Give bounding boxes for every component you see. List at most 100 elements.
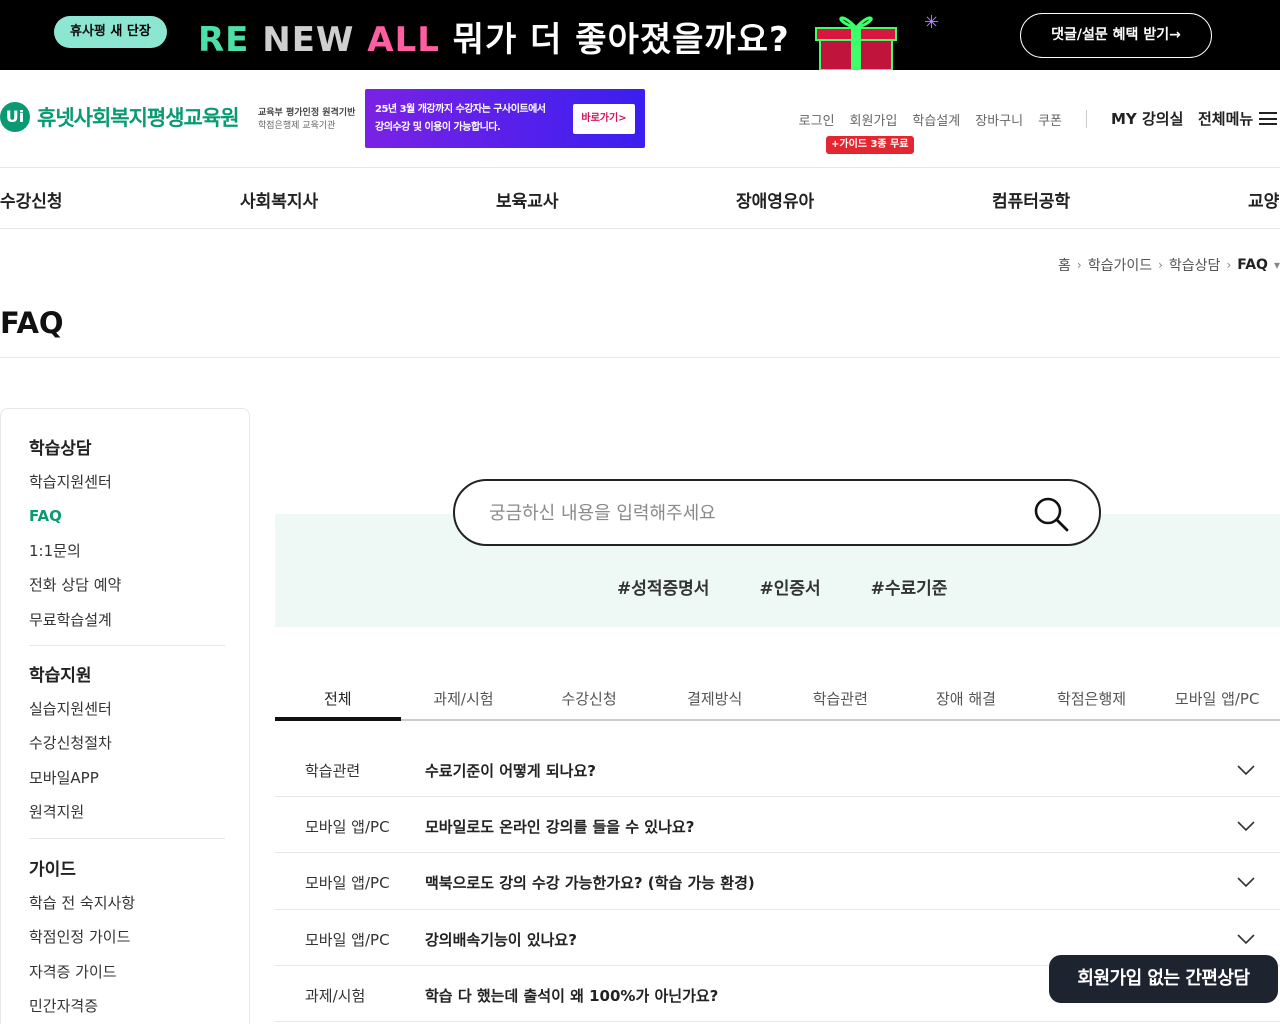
title-divider — [0, 357, 1280, 358]
faq-category: 과제/시험 — [305, 986, 366, 1005]
side-divider — [29, 838, 225, 839]
sidebar-item-before-study[interactable]: 학습 전 숙지사항 — [29, 892, 225, 926]
breadcrumb-current[interactable]: FAQ — [1237, 257, 1268, 273]
nav-item-social-worker[interactable]: 사회복지사 — [240, 187, 318, 212]
chevron-down-icon[interactable] — [1236, 932, 1256, 946]
logo-sub-line2: 학점은행제 교육기관 — [258, 121, 336, 131]
chevron-right-icon: › — [1076, 258, 1082, 272]
promo-banner[interactable]: 휴사평 새 단장 RE NEW ALL 뭐가 더 좋아졌을까요? ✳ 댓글/설문… — [0, 0, 1280, 70]
sidebar-item-support-center[interactable]: 학습지원센터 — [29, 471, 225, 505]
sidebar-item-enroll-process[interactable]: 수강신청절차 — [29, 732, 225, 766]
faq-question: 맥북으로도 강의 수강 가능한가요? (학습 가능 환경) — [425, 874, 755, 893]
logo-text: 휴넷사회복지평생교육원 — [37, 106, 240, 130]
faq-category: 모바일 앱/PC — [305, 930, 390, 949]
chevron-right-icon: › — [1158, 258, 1163, 272]
nav-item-computer-eng[interactable]: 컴퓨터공학 — [992, 187, 1070, 212]
tag-transcript[interactable]: #성적증명서 — [617, 574, 709, 599]
utility-links: 로그인 회원가입 학습설계 장바구니 쿠폰 — [799, 110, 1062, 129]
search-icon[interactable] — [1033, 496, 1069, 532]
chevron-down-icon[interactable] — [1236, 875, 1256, 889]
search-box — [453, 479, 1101, 546]
breadcrumb-home[interactable]: 홈 — [1058, 255, 1071, 275]
side-group-title: 학습지원 — [29, 666, 92, 686]
promo-badge-bold: 새 단장 — [110, 24, 151, 39]
tab-assignment-exam[interactable]: 과제/시험 — [401, 680, 527, 719]
sidebar-item-free-plan[interactable]: 무료학습설계 — [29, 609, 225, 643]
tab-mobile-pc[interactable]: 모바일 앱/PC — [1154, 680, 1280, 719]
sidebar-item-private-license[interactable]: 민간자격증 — [29, 995, 225, 1024]
promo-title-new: NEW — [262, 20, 355, 60]
faq-tabs: 전체 과제/시험 수강신청 결제방식 학습관련 장애 해결 학점은행제 모바일 … — [275, 680, 1280, 721]
logo-sub-line1: 교육부 평가인정 원격기반 — [258, 108, 356, 118]
study-plan-link[interactable]: 학습설계 — [912, 110, 960, 129]
promo-title-re: RE — [198, 20, 250, 60]
sidebar-item-credit-guide[interactable]: 학점인정 가이드 — [29, 926, 225, 960]
faq-row[interactable]: 학습관련 수료기준이 어떻게 되나요? — [275, 741, 1280, 798]
sparkle-icon: ✳ — [924, 12, 940, 33]
side-divider — [29, 645, 225, 646]
faq-question: 학습 다 했는데 출석이 왜 100%가 아닌가요? — [425, 986, 719, 1005]
nav-item-enroll[interactable]: 수강신청 — [0, 187, 63, 212]
promo-survey-button[interactable]: 댓글/설문 혜택 받기→ — [1020, 13, 1212, 58]
notice-banner[interactable]: 25년 3월 개강까지 수강자는 구사이트에서 강의수강 및 이용이 가능합니다… — [365, 89, 645, 148]
side-group-title: 학습상담 — [29, 439, 92, 459]
sidebar-item-mobile-app[interactable]: 모바일APP — [29, 767, 225, 801]
logo-mark-icon: Ui — [0, 102, 30, 132]
sidebar-item-inquiry[interactable]: 1:1문의 — [29, 540, 225, 574]
search-input[interactable] — [489, 497, 1009, 529]
tab-enroll[interactable]: 수강신청 — [526, 680, 652, 719]
all-menu-label: 전체메뉴 — [1198, 110, 1254, 128]
my-classroom-link[interactable]: MY 강의실 — [1111, 108, 1183, 129]
nav-item-childcare-teacher[interactable]: 보육교사 — [496, 187, 559, 212]
all-menu-button[interactable]: 전체메뉴 — [1198, 108, 1278, 129]
tab-troubleshoot[interactable]: 장애 해결 — [903, 680, 1029, 719]
faq-question: 수료기준이 어떻게 되나요? — [425, 762, 596, 780]
cart-link[interactable]: 장바구니 — [975, 110, 1023, 129]
sidebar-item-license-guide[interactable]: 자격증 가이드 — [29, 961, 225, 995]
signup-link[interactable]: 회원가입 — [850, 110, 898, 129]
tab-all[interactable]: 전체 — [275, 680, 401, 721]
site-header: Ui 휴넷사회복지평생교육원 교육부 평가인정 원격기반 학점은행제 교육기관 … — [0, 70, 1280, 168]
login-link[interactable]: 로그인 — [799, 110, 835, 129]
sidebar-item-practice-center[interactable]: 실습지원센터 — [29, 698, 225, 732]
page-title: FAQ — [0, 306, 64, 340]
chevron-down-icon[interactable] — [1236, 819, 1256, 833]
nav-item-liberal-arts[interactable]: 교양 — [1248, 187, 1279, 212]
gift-icon — [815, 16, 897, 70]
notice-text: 25년 3월 개강까지 수강자는 구사이트에서 강의수강 및 이용이 가능합니다… — [375, 101, 546, 137]
tag-certificate[interactable]: #인증서 — [759, 574, 820, 599]
side-group-consult: 학습상담 학습지원센터 FAQ 1:1문의 전화 상담 예약 무료학습설계 — [29, 434, 225, 643]
logo-subtitle: 교육부 평가인정 원격기반 학점은행제 교육기관 — [258, 107, 355, 133]
notice-go-button[interactable]: 바로가기> — [573, 104, 635, 134]
breadcrumb-guide[interactable]: 학습가이드 — [1088, 255, 1152, 275]
sidebar-item-remote-support[interactable]: 원격지원 — [29, 801, 225, 835]
quick-consult-button[interactable]: 회원가입 없는 간편상담 — [1049, 955, 1278, 1003]
tag-completion[interactable]: #수료기준 — [871, 574, 948, 599]
sidebar-item-faq[interactable]: FAQ — [29, 505, 225, 539]
tab-study[interactable]: 학습관련 — [778, 680, 904, 719]
faq-row[interactable]: 모바일 앱/PC 모바일로도 온라인 강의를 들을 수 있나요? — [275, 797, 1280, 854]
faq-question: 강의배속기능이 있나요? — [425, 930, 577, 949]
coupon-link[interactable]: 쿠폰 — [1038, 110, 1062, 129]
faq-row[interactable]: 모바일 앱/PC 맥북으로도 강의 수강 가능한가요? (학습 가능 환경) — [275, 853, 1280, 910]
chevron-down-icon[interactable] — [1236, 763, 1256, 777]
tab-credit-bank[interactable]: 학점은행제 — [1029, 680, 1155, 719]
side-menu: 학습상담 학습지원센터 FAQ 1:1문의 전화 상담 예약 무료학습설계 학습… — [0, 408, 250, 1024]
promo-badge: 휴사평 새 단장 — [54, 16, 167, 48]
utility-divider — [1086, 110, 1087, 128]
tab-payment[interactable]: 결제방식 — [652, 680, 778, 719]
sidebar-item-phone-reservation[interactable]: 전화 상담 예약 — [29, 574, 225, 608]
side-group-guide: 가이드 학습 전 숙지사항 학점인정 가이드 자격증 가이드 민간자격증 — [29, 855, 225, 1024]
promo-title-all: ALL — [367, 20, 440, 60]
site-logo[interactable]: Ui 휴넷사회복지평생교육원 — [0, 102, 240, 132]
promo-title-rest: 뭐가 더 좋아졌을까요? — [452, 20, 790, 60]
breadcrumb-consult[interactable]: 학습상담 — [1169, 255, 1221, 275]
breadcrumb: 홈 › 학습가이드 › 학습상담 › FAQ ▾ — [1058, 255, 1280, 275]
faq-category: 학습관련 — [305, 762, 361, 780]
faq-category: 모바일 앱/PC — [305, 874, 390, 893]
side-group-title: 가이드 — [29, 860, 76, 880]
signup-promo-badge: +가이드 3종 무료 — [826, 136, 914, 154]
notice-line2: 강의수강 및 이용이 가능합니다. — [375, 122, 501, 133]
main-nav: 수강신청 사회복지사 보육교사 장애영유아 컴퓨터공학 교양 — [0, 168, 1280, 229]
nav-item-special-infant[interactable]: 장애영유아 — [736, 187, 814, 212]
